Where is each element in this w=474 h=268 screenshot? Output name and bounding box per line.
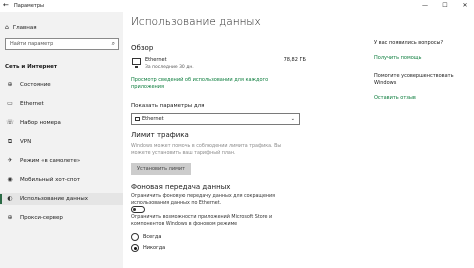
sidebar: ⌂ Главная Найти параметр ⌕ Сеть и Интерн…: [0, 12, 123, 268]
sidebar-item-label: Мобильный хот-спот: [20, 177, 81, 183]
sidebar-item-label: Использование данных: [20, 196, 89, 202]
search-placeholder: Найти параметр: [10, 41, 54, 47]
monitor-icon: [132, 58, 141, 68]
usage-amount: 78,82 ГБ: [283, 57, 306, 63]
sidebar-item-data-usage[interactable]: ◐ Использование данных: [0, 193, 123, 205]
globe-icon: ⊕: [7, 81, 13, 88]
monitor-icon: [135, 117, 140, 121]
sidebar-item-hotspot[interactable]: ◉ Мобильный хот-спот: [0, 174, 123, 186]
network-select[interactable]: Ethernet ⌄: [131, 113, 300, 125]
vpn-icon: ⧉: [7, 138, 13, 145]
sidebar-item-dialup[interactable]: ☏ Набор номера: [0, 117, 123, 129]
network-name: Ethernet: [145, 57, 167, 63]
background-data-description: Ограничить фоновую передачу данных для с…: [131, 194, 276, 206]
network-select-value: Ethernet: [142, 116, 164, 122]
airplane-icon: ✈: [7, 157, 13, 164]
sidebar-home[interactable]: ⌂ Главная: [5, 24, 37, 31]
store-apps-description: Ограничить возможности приложений Micros…: [131, 215, 273, 227]
sidebar-item-status[interactable]: ⊕ Состояние: [0, 79, 123, 91]
set-limit-button[interactable]: Установить лимит: [131, 163, 191, 175]
dialup-icon: ☏: [6, 119, 14, 126]
sidebar-item-proxy[interactable]: ⊕ Прокси-сервер: [0, 212, 123, 224]
sidebar-item-vpn[interactable]: ⧉ VPN: [0, 136, 123, 148]
sidebar-item-label: Набор номера: [20, 120, 61, 126]
help-question: У вас появились вопросы?: [374, 40, 444, 46]
traffic-limit-heading: Лимит трафика: [131, 131, 189, 139]
sidebar-item-label: Прокси-сервер: [20, 215, 63, 221]
ethernet-usage-row: Ethernet За последние 30 дн. 78,82 ГБ: [131, 56, 306, 74]
get-help-link[interactable]: Получить помощь: [374, 55, 421, 61]
sidebar-section-title: Сеть и Интернет: [5, 64, 58, 70]
radio-never[interactable]: [131, 244, 139, 252]
sidebar-item-label: Ethernet: [20, 101, 44, 107]
proxy-icon: ⊕: [7, 214, 13, 221]
sidebar-item-airplane[interactable]: ✈ Режим «в самолете»: [0, 155, 123, 167]
home-label: Главная: [12, 24, 37, 31]
improve-windows-text: Помогите усовершенствовать Windows: [374, 73, 454, 86]
overview-heading: Обзор: [131, 44, 154, 52]
radio-always[interactable]: [131, 233, 139, 241]
chevron-down-icon: ⌄: [290, 116, 295, 122]
radio-always-label: Всегда: [143, 234, 162, 240]
back-arrow-icon[interactable]: ←: [3, 2, 9, 9]
sidebar-item-label: Режим «в самолете»: [20, 158, 81, 164]
sidebar-item-ethernet[interactable]: ▭ Ethernet: [0, 98, 123, 110]
search-input[interactable]: Найти параметр ⌕: [5, 38, 119, 50]
per-app-usage-link[interactable]: Просмотр сведений об использовании для к…: [131, 77, 268, 91]
traffic-limit-description: Windows может помочь в соблюдении лимита…: [131, 144, 282, 156]
window-title: Параметры: [14, 3, 44, 9]
feedback-link[interactable]: Оставить отзыв: [374, 95, 416, 101]
sidebar-item-label: Состояние: [20, 82, 51, 88]
background-data-heading: Фоновая передача данных: [131, 183, 231, 191]
background-data-toggle[interactable]: [131, 206, 145, 213]
usage-period: За последние 30 дн.: [145, 65, 194, 70]
home-icon: ⌂: [5, 24, 9, 31]
show-params-label: Показать параметры для: [131, 103, 205, 109]
page-title: Использование данных: [131, 16, 261, 28]
ethernet-icon: ▭: [7, 100, 13, 107]
hotspot-icon: ◉: [7, 176, 13, 183]
search-icon[interactable]: ⌕: [112, 39, 115, 49]
sidebar-item-label: VPN: [20, 139, 32, 145]
radio-never-label: Никогда: [143, 245, 166, 251]
data-usage-icon: ◐: [7, 195, 13, 202]
right-panel: У вас появились вопросы? Получить помощь…: [370, 0, 474, 268]
